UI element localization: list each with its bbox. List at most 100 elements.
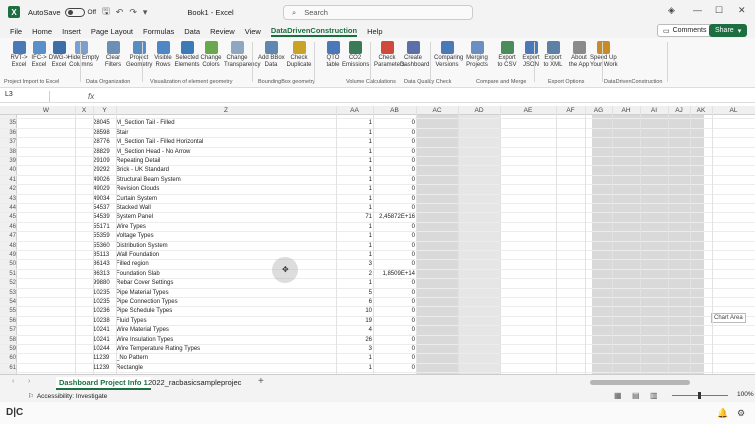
cell-aa-count[interactable]: 71 xyxy=(336,213,372,222)
cell-z-name[interactable]: Wire Types xyxy=(116,223,336,232)
cell-z-name[interactable]: Voltage Types xyxy=(116,232,336,241)
accessibility-status[interactable]: Accessibility: Investigate xyxy=(37,393,107,400)
menu-tab-review[interactable]: Review xyxy=(210,27,235,36)
cell-z-name[interactable]: M_Section Tail - Filled Horizontal xyxy=(116,138,336,147)
cell-z-name[interactable]: Rectangle xyxy=(116,364,336,373)
next-sheet-icon[interactable]: › xyxy=(28,378,30,385)
menu-tab-data[interactable]: Data xyxy=(184,27,200,36)
row-number[interactable]: 57 xyxy=(0,326,16,335)
cell-z-name[interactable]: Wire Material Types xyxy=(116,326,336,335)
cell-y-id[interactable]: 10241 xyxy=(93,336,116,345)
cell-ab-value[interactable]: 0 xyxy=(373,307,415,316)
column-header-al[interactable]: AL xyxy=(712,106,755,115)
zoom-level[interactable]: 100% xyxy=(737,391,754,398)
cell-ab-value[interactable]: 0 xyxy=(373,204,415,213)
menu-tab-view[interactable]: View xyxy=(245,27,261,36)
ribbon-button-comparing-versions[interactable]: Comparing Versions xyxy=(434,41,463,69)
cell-z-name[interactable]: Pipe Connection Types xyxy=(116,298,336,307)
menu-tab-help[interactable]: Help xyxy=(367,27,382,36)
cell-y-id[interactable]: 85113 xyxy=(93,251,116,260)
fx-icon[interactable]: fx xyxy=(88,92,94,101)
cell-y-id[interactable]: 29292 xyxy=(93,166,116,175)
cell-z-name[interactable]: M_Section Tail - Filled xyxy=(116,119,336,128)
comments-button[interactable]: ▭ Comments xyxy=(657,24,713,37)
cell-z-name[interactable]: Structural Beam System xyxy=(116,176,336,185)
cell-aa-count[interactable]: 1 xyxy=(336,204,372,213)
cell-aa-count[interactable]: 1 xyxy=(336,176,372,185)
cell-y-id[interactable]: 55360 xyxy=(93,242,116,251)
cell-ab-value[interactable]: 0 xyxy=(373,176,415,185)
prev-sheet-icon[interactable]: ‹ xyxy=(12,378,14,385)
column-header-af[interactable]: AF xyxy=(556,106,585,115)
cell-aa-count[interactable]: 1 xyxy=(336,242,372,251)
cell-ab-value[interactable]: 0 xyxy=(373,336,415,345)
cell-z-name[interactable]: Filled region xyxy=(116,260,336,269)
cell-aa-count[interactable]: 1 xyxy=(336,354,372,363)
column-header-w[interactable]: W xyxy=(17,106,75,115)
cell-aa-count[interactable]: 1 xyxy=(336,279,372,288)
zoom-slider-thumb[interactable] xyxy=(698,392,701,399)
redo-icon[interactable]: ↷ xyxy=(129,7,137,18)
cell-ab-value[interactable]: 0 xyxy=(373,148,415,157)
maximize-icon[interactable]: ☐ xyxy=(715,5,723,16)
cell-aa-count[interactable]: 6 xyxy=(336,298,372,307)
cell-z-name[interactable]: M_Section Head - No Arrow xyxy=(116,148,336,157)
cell-aa-count[interactable]: 1 xyxy=(336,364,372,373)
normal-view-icon[interactable]: ▦ xyxy=(614,391,622,400)
ribbon-button-change-transparency[interactable]: Change Transparency xyxy=(224,41,260,69)
cell-ab-value[interactable]: 0 xyxy=(373,326,415,335)
ribbon-button-create-dashboard[interactable]: Create Dashboard xyxy=(400,41,429,69)
row-number[interactable]: 59 xyxy=(0,345,16,354)
column-header-ag[interactable]: AG xyxy=(585,106,612,115)
cell-aa-count[interactable]: 1 xyxy=(336,223,372,232)
row-number[interactable]: 44 xyxy=(0,204,16,213)
cell-aa-count[interactable]: 5 xyxy=(336,289,372,298)
cell-ab-value[interactable]: 1,8509E+14 xyxy=(373,270,415,279)
ribbon-button-export-to-csv[interactable]: Export to CSV xyxy=(494,41,520,69)
cell-aa-count[interactable]: 1 xyxy=(336,148,372,157)
cell-z-name[interactable]: Stair xyxy=(116,129,336,138)
cell-aa-count[interactable]: 2 xyxy=(336,270,372,279)
cell-ab-value[interactable]: 0 xyxy=(373,185,415,194)
share-button[interactable]: Share ▾ xyxy=(709,24,748,37)
row-number[interactable]: 47 xyxy=(0,232,16,241)
page-break-icon[interactable]: ▥ xyxy=(650,391,658,400)
bell-icon[interactable]: 🔔 xyxy=(717,408,728,419)
ribbon-button-hide-empty-columns[interactable]: Hide Empty Columns xyxy=(68,41,99,69)
cell-ab-value[interactable]: 0 xyxy=(373,364,415,373)
row-number[interactable]: 41 xyxy=(0,176,16,185)
name-box[interactable]: L3 xyxy=(0,90,50,102)
row-number[interactable]: 58 xyxy=(0,336,16,345)
cell-y-id[interactable]: 54537 xyxy=(93,204,116,213)
cell-y-id[interactable]: 86143 xyxy=(93,260,116,269)
cell-z-name[interactable]: Foundation Slab xyxy=(116,270,336,279)
ribbon-button-merging-projects[interactable]: Merging Projects xyxy=(464,41,490,69)
ribbon-button-project-geometry[interactable]: Project Geometry xyxy=(126,41,152,69)
cell-y-id[interactable]: 11239 xyxy=(93,354,116,363)
ribbon-button-export-to-xml[interactable]: Export to XML xyxy=(540,41,566,69)
cell-z-name[interactable]: Wire Temperature Rating Types xyxy=(116,345,336,354)
column-header-ak[interactable]: AK xyxy=(690,106,712,115)
close-icon[interactable]: ✕ xyxy=(738,5,746,16)
row-number[interactable]: 61 xyxy=(0,364,16,373)
column-header-ae[interactable]: AE xyxy=(500,106,556,115)
cell-ab-value[interactable]: 0 xyxy=(373,279,415,288)
cell-y-id[interactable]: 10241 xyxy=(93,326,116,335)
add-sheet-icon[interactable]: + xyxy=(258,376,264,387)
cell-ab-value[interactable]: 0 xyxy=(373,345,415,354)
ribbon-button-check-duplicate[interactable]: Check Duplicate xyxy=(286,41,312,69)
cell-y-id[interactable]: 29109 xyxy=(93,157,116,166)
cell-aa-count[interactable]: 1 xyxy=(336,195,372,204)
cell-aa-count[interactable]: 1 xyxy=(336,157,372,166)
cell-y-id[interactable]: 11239 xyxy=(93,364,116,373)
cell-ab-value[interactable]: 0 xyxy=(373,119,415,128)
save-icon[interactable]: 🖫 xyxy=(102,4,110,20)
row-number[interactable]: 55 xyxy=(0,307,16,316)
page-layout-icon[interactable]: ▤ xyxy=(632,391,640,400)
column-header-y[interactable]: Y xyxy=(93,106,116,115)
cell-aa-count[interactable]: 1 xyxy=(336,138,372,147)
cell-z-name[interactable]: Wall Foundation xyxy=(116,251,336,260)
cell-ab-value[interactable]: 0 xyxy=(373,195,415,204)
cell-aa-count[interactable]: 26 xyxy=(336,336,372,345)
cell-aa-count[interactable]: 1 xyxy=(336,251,372,260)
